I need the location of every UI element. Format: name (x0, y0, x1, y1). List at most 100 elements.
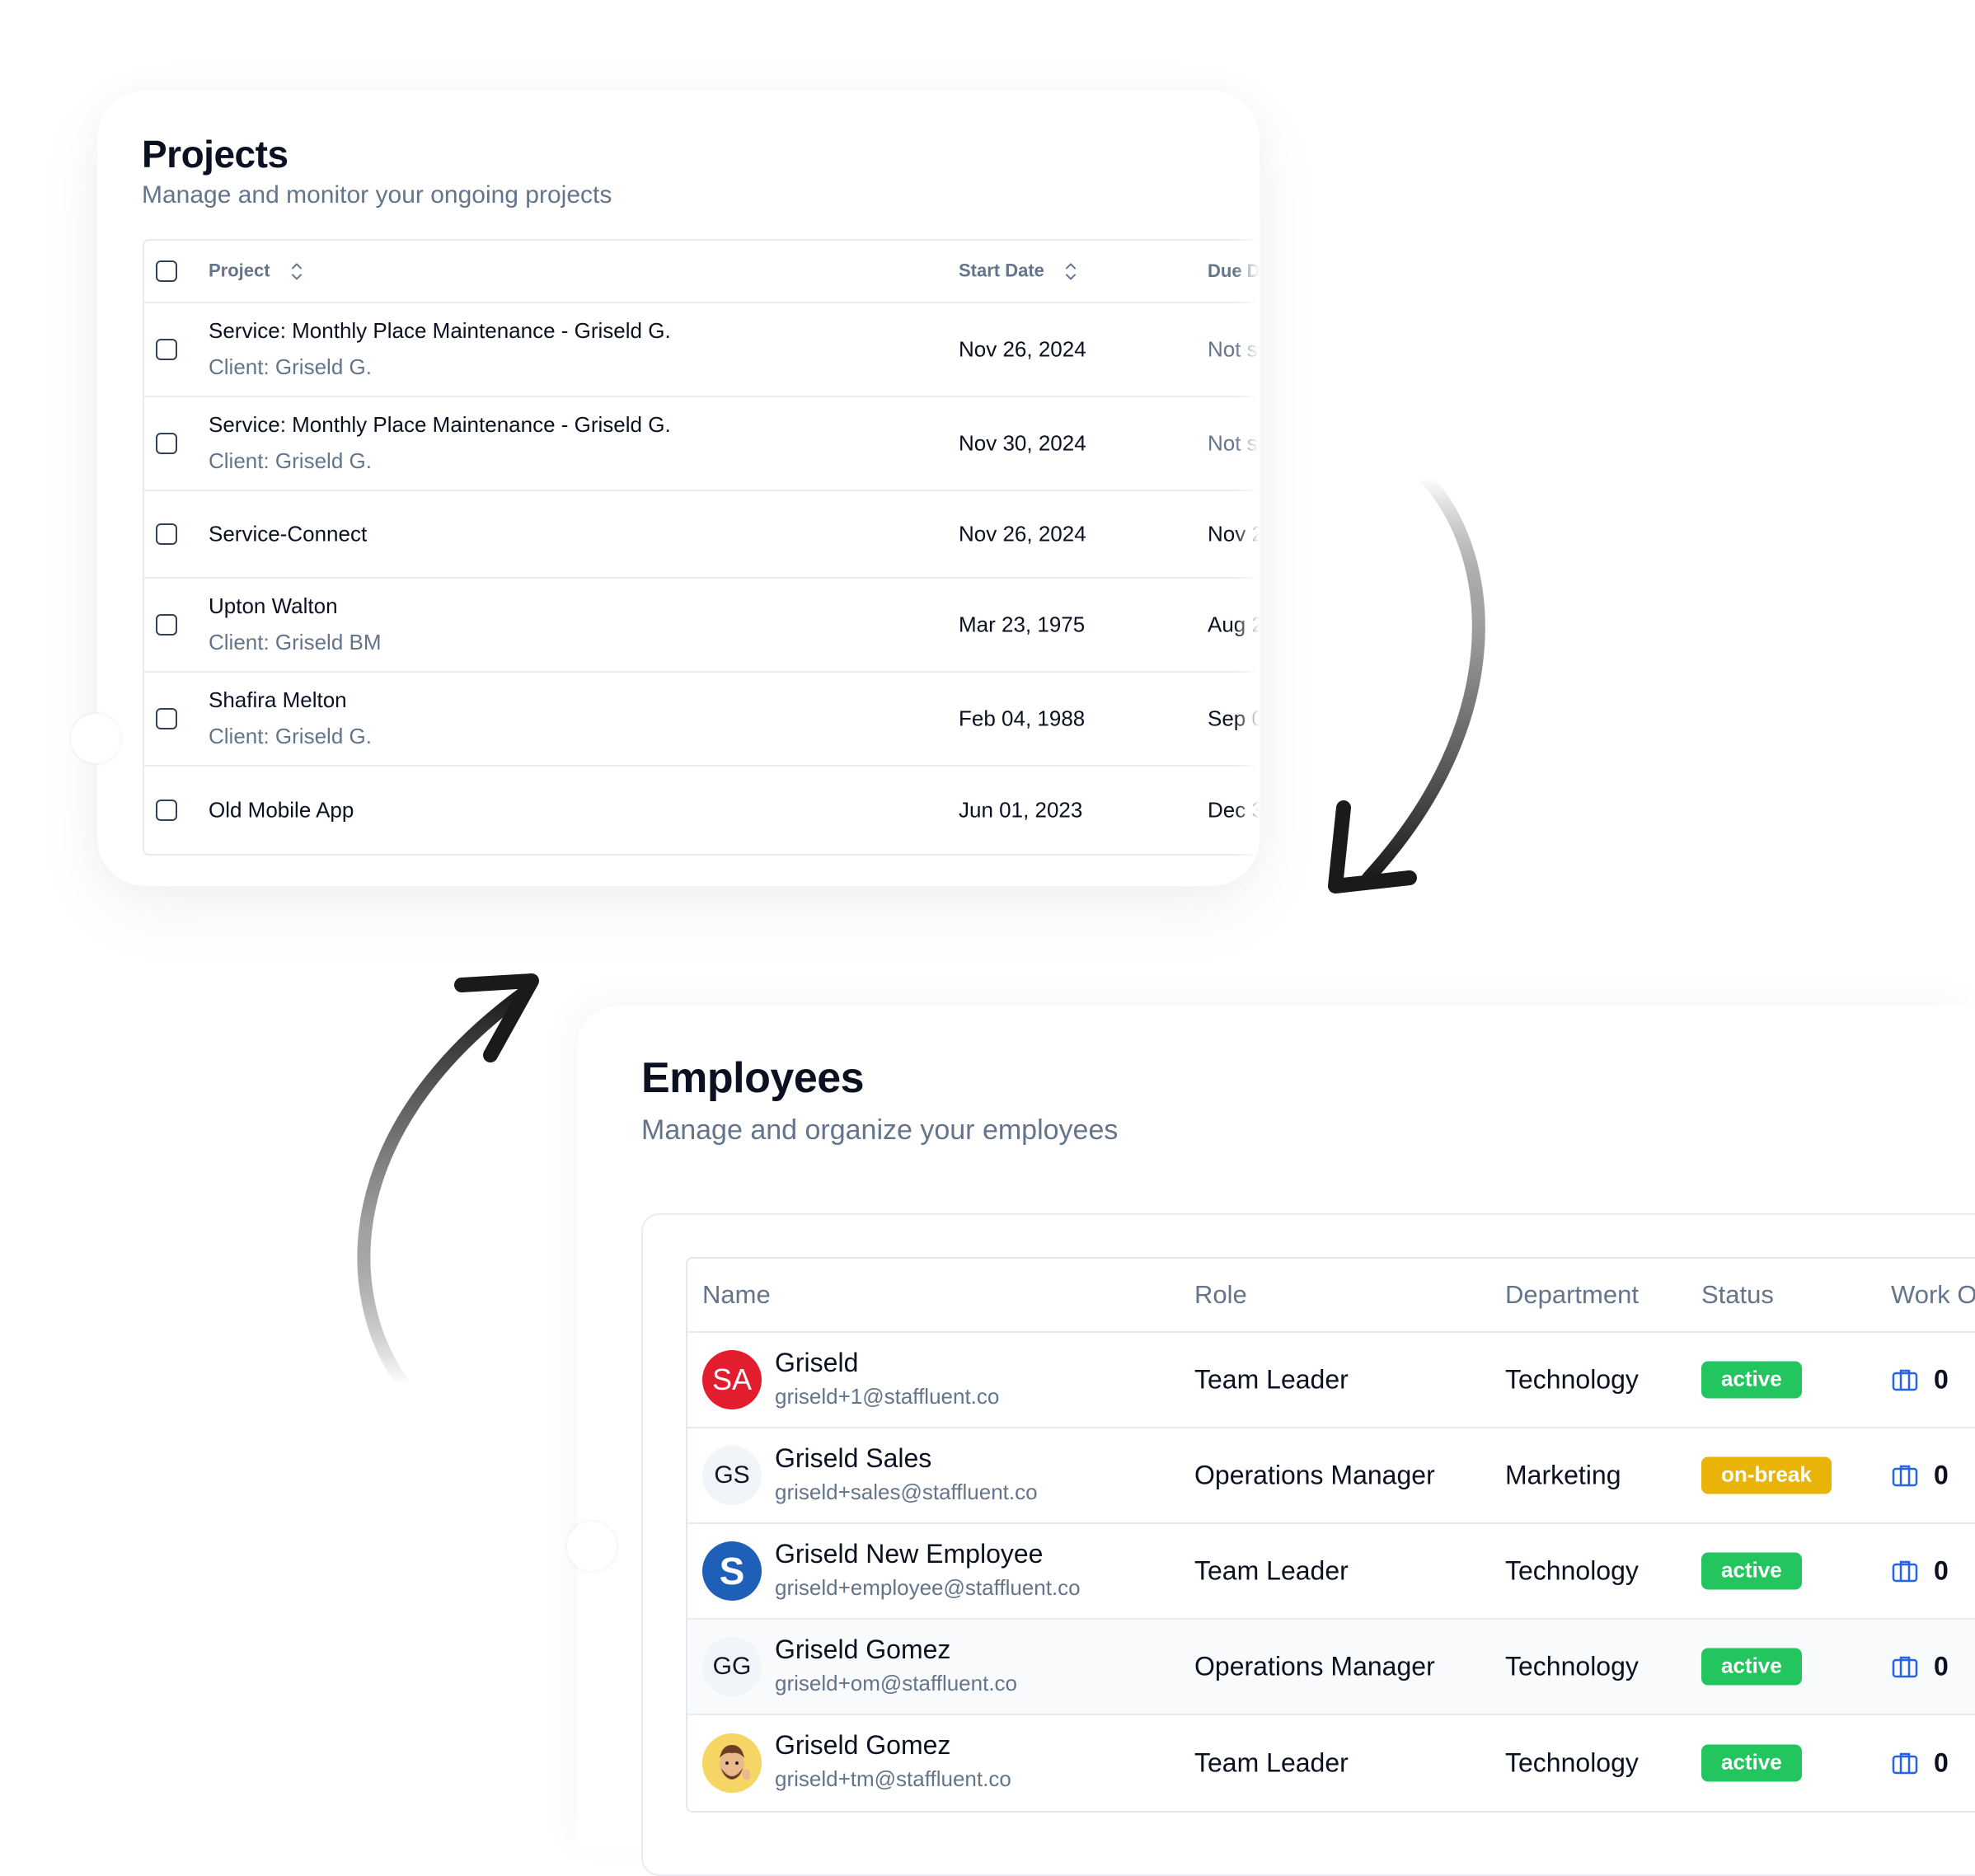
employees-subtitle: Manage and organize your employees (641, 1114, 1119, 1146)
employee-department: Marketing (1505, 1460, 1621, 1490)
employee-role: Team Leader (1194, 1364, 1349, 1395)
select-all-checkbox[interactable] (156, 260, 177, 282)
project-name[interactable]: Service-Connect (209, 522, 367, 547)
avatar (702, 1733, 762, 1793)
briefcase-icon[interactable] (1891, 1751, 1919, 1775)
project-row[interactable]: Old Mobile App Jun 01, 2023 Dec 3 (144, 767, 1260, 854)
employee-role: Operations Manager (1194, 1651, 1435, 1681)
employee-role: Team Leader (1194, 1747, 1349, 1778)
avatar: S (702, 1541, 762, 1601)
employee-name[interactable]: Griseld New Employee (775, 1539, 1043, 1569)
column-header-status[interactable]: Status (1701, 1280, 1774, 1310)
column-header-department[interactable]: Department (1505, 1280, 1639, 1310)
employee-name[interactable]: Griseld Sales (775, 1443, 931, 1474)
project-client: Client: Griseld G. (209, 354, 372, 379)
employees-title: Employees (641, 1054, 865, 1102)
employee-row[interactable]: SA Griseld griseld+1@staffluent.co Team … (687, 1333, 1975, 1428)
briefcase-icon[interactable] (1891, 1654, 1919, 1679)
projects-title: Projects (142, 133, 289, 176)
employee-email: griseld+employee@staffluent.co (775, 1575, 1081, 1600)
employee-email: griseld+om@staffluent.co (775, 1671, 1018, 1695)
column-header-role[interactable]: Role (1194, 1280, 1247, 1310)
employee-role: Operations Manager (1194, 1460, 1435, 1490)
work-orders-count: 0 (1934, 1747, 1949, 1778)
project-start-date: Nov 26, 2024 (959, 521, 1086, 546)
employee-department: Technology (1505, 1651, 1639, 1681)
employee-row[interactable]: S Griseld New Employee griseld+employee@… (687, 1524, 1975, 1620)
project-name[interactable]: Old Mobile App (209, 798, 354, 823)
project-start-date: Feb 04, 1988 (959, 706, 1086, 731)
project-row[interactable]: Service-Connect Nov 26, 2024 Nov 2 (144, 491, 1260, 579)
employees-table: Name Role Department Status Work O SA Gr… (686, 1257, 1975, 1813)
project-name[interactable]: Upton Walton (209, 593, 338, 619)
project-start-date: Nov 30, 2024 (959, 430, 1086, 456)
employee-row[interactable]: GS Griseld Sales griseld+sales@staffluen… (687, 1428, 1975, 1524)
project-row[interactable]: Service: Monthly Place Maintenance - Gri… (144, 397, 1260, 491)
curved-arrow-up-icon (357, 973, 539, 1391)
status-badge: active (1701, 1552, 1802, 1590)
sort-project-icon[interactable] (290, 261, 303, 283)
project-client: Client: Griseld G. (209, 448, 372, 473)
work-orders-count: 0 (1934, 1555, 1949, 1586)
status-badge: on-break (1701, 1456, 1832, 1494)
employee-name[interactable]: Griseld Gomez (775, 1730, 950, 1761)
project-start-date: Jun 01, 2023 (959, 797, 1083, 823)
employee-email: griseld+1@staffluent.co (775, 1384, 1000, 1409)
project-row[interactable]: Shafira Melton Client: Griseld G. Feb 04… (144, 673, 1260, 767)
row-checkbox[interactable] (156, 708, 177, 729)
project-row[interactable]: Service: Monthly Place Maintenance - Gri… (144, 303, 1260, 397)
projects-table-header: Project Start Date Due D (144, 241, 1260, 303)
project-client: Client: Griseld G. (209, 724, 372, 748)
project-name[interactable]: Service: Monthly Place Maintenance - Gri… (209, 318, 671, 344)
project-client: Client: Griseld BM (209, 630, 382, 654)
sort-start-date-icon[interactable] (1064, 261, 1077, 283)
avatar: SA (702, 1350, 762, 1409)
project-start-date: Mar 23, 1975 (959, 612, 1086, 637)
employees-table-header: Name Role Department Status Work O (687, 1259, 1975, 1333)
project-row[interactable]: Upton Walton Client: Griseld BM Mar 23, … (144, 579, 1260, 673)
column-header-start-date[interactable]: Start Date (959, 260, 1077, 282)
employee-row[interactable]: GG Griseld Gomez griseld+om@staffluent.c… (687, 1620, 1975, 1715)
employee-email: griseld+sales@staffluent.co (775, 1480, 1038, 1504)
memoji-avatar-icon (702, 1733, 762, 1793)
work-orders-count: 0 (1934, 1460, 1949, 1490)
row-checkbox[interactable] (156, 523, 177, 545)
edge-handle (567, 1522, 617, 1571)
employee-row[interactable]: Griseld Gomez griseld+tm@staffluent.co T… (687, 1715, 1975, 1811)
employee-name[interactable]: Griseld Gomez (775, 1634, 950, 1665)
employee-name[interactable]: Griseld (775, 1348, 858, 1378)
status-badge: active (1701, 1361, 1802, 1399)
edge-handle (71, 714, 120, 763)
column-header-start-date-label: Start Date (959, 260, 1044, 281)
projects-table: Project Start Date Due D Service: Monthl… (143, 239, 1260, 856)
work-orders-count: 0 (1934, 1364, 1949, 1395)
employee-department: Technology (1505, 1364, 1639, 1395)
employee-email: griseld+tm@staffluent.co (775, 1766, 1011, 1791)
status-badge: active (1701, 1744, 1802, 1782)
column-header-project-label: Project (209, 260, 270, 281)
column-header-project[interactable]: Project (209, 260, 303, 282)
column-header-work-orders[interactable]: Work O (1891, 1280, 1975, 1310)
curved-arrow-down-icon (1328, 471, 1485, 893)
row-checkbox[interactable] (156, 433, 177, 454)
column-header-name[interactable]: Name (702, 1280, 771, 1310)
projects-subtitle: Manage and monitor your ongoing projects (142, 181, 612, 209)
employee-department: Technology (1505, 1747, 1639, 1778)
avatar: GS (702, 1446, 762, 1505)
projects-fade-edge (1235, 91, 1260, 886)
row-checkbox[interactable] (156, 339, 177, 360)
status-badge: active (1701, 1648, 1802, 1686)
briefcase-icon[interactable] (1891, 1559, 1919, 1583)
projects-card: Projects Manage and monitor your ongoing… (97, 91, 1260, 886)
project-start-date: Nov 26, 2024 (959, 336, 1086, 362)
employee-role: Team Leader (1194, 1555, 1349, 1586)
row-checkbox[interactable] (156, 800, 177, 821)
project-name[interactable]: Shafira Melton (209, 687, 347, 713)
briefcase-icon[interactable] (1891, 1367, 1919, 1392)
employee-department: Technology (1505, 1555, 1639, 1586)
briefcase-icon[interactable] (1891, 1463, 1919, 1488)
project-name[interactable]: Service: Monthly Place Maintenance - Gri… (209, 412, 671, 438)
avatar: GG (702, 1637, 762, 1696)
work-orders-count: 0 (1934, 1651, 1949, 1681)
row-checkbox[interactable] (156, 614, 177, 635)
